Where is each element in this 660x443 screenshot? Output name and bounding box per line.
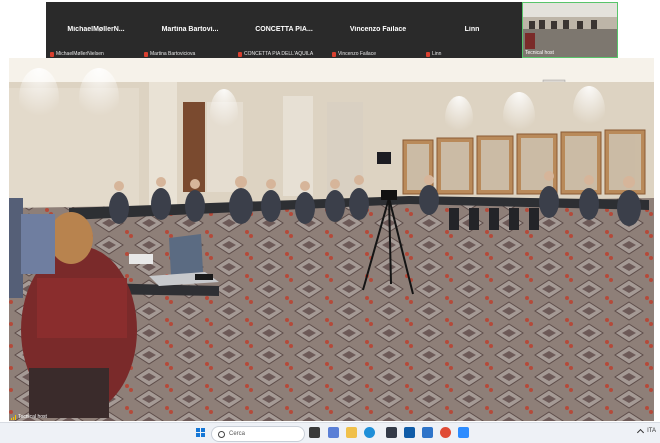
language-indicator[interactable]: ITA [647, 428, 656, 434]
participant-label-text: Martina Bartoviciova [150, 51, 196, 57]
widgets-icon[interactable] [328, 427, 339, 438]
windows-start-icon[interactable] [196, 428, 206, 438]
participant-tile[interactable]: CONCETTA PIA... CONCETTA PIA DELL'AQUILA [236, 2, 332, 58]
participant-name: Martina Bartovi... [161, 26, 219, 33]
participant-label-text: Linn [432, 51, 442, 57]
search-placeholder: Cerca [229, 431, 246, 437]
participant-label: Linn [426, 51, 441, 57]
meeting-window: MichaelMøllerN... MichaelMøllerNielsen M… [0, 0, 660, 422]
participant-label: Martina Bartoviciova [144, 51, 195, 57]
participant-label-text: Vincenzo Failace [338, 51, 376, 57]
participant-label-text: Tecnical host [525, 50, 554, 56]
signal-icon [11, 414, 16, 420]
mic-off-icon [426, 51, 430, 57]
chevron-up-icon[interactable] [637, 428, 645, 437]
outlook-icon[interactable] [404, 427, 415, 438]
main-video-stage[interactable]: Tecnical host [9, 58, 654, 421]
participant-label: Tecnical host [525, 50, 554, 56]
participant-name: MichaelMøllerN... [67, 26, 125, 33]
edge-browser-icon[interactable] [364, 427, 375, 438]
search-icon [218, 430, 225, 438]
task-view-icon[interactable] [309, 427, 320, 438]
participant-tile[interactable]: Linn Linn [424, 2, 520, 58]
meeting-room-video [9, 58, 654, 421]
main-video-label-text: Tecnical host [18, 414, 47, 420]
video-thumbnail [523, 3, 617, 57]
mic-off-icon [50, 51, 54, 57]
system-tray: ITA [637, 427, 656, 437]
participant-tile[interactable]: Martina Bartovi... Martina Bartoviciova [142, 2, 238, 58]
mic-off-icon [238, 51, 242, 57]
windows-taskbar: Cerca ITA [0, 422, 660, 443]
mic-off-icon [144, 51, 148, 57]
chrome-browser-icon[interactable] [440, 427, 451, 438]
app-icon[interactable] [386, 427, 397, 438]
participant-name: CONCETTA PIA... [255, 26, 313, 33]
participant-label-text: CONCETTA PIA DELL'AQUILA [244, 51, 314, 57]
participant-filmstrip: MichaelMøllerN... MichaelMøllerNielsen M… [46, 2, 618, 58]
word-icon[interactable] [422, 427, 433, 438]
participant-label: CONCETTA PIA DELL'AQUILA [238, 51, 313, 57]
participant-label: Vincenzo Failace [332, 51, 376, 57]
participant-name: Linn [464, 26, 480, 33]
main-video-label: Tecnical host [11, 414, 47, 420]
participant-label: MichaelMøllerNielsen [50, 51, 104, 57]
mic-off-icon [332, 51, 336, 57]
participant-label-text: MichaelMøllerNielsen [56, 51, 104, 57]
file-explorer-icon[interactable] [346, 427, 357, 438]
participant-video-tile[interactable]: Tecnical host [522, 2, 618, 58]
participant-name: Vincenzo Failace [349, 26, 407, 33]
participant-tile[interactable]: Vincenzo Failace Vincenzo Failace [330, 2, 426, 58]
participant-tile[interactable]: MichaelMøllerN... MichaelMøllerNielsen [48, 2, 144, 58]
taskbar-search-box[interactable]: Cerca [211, 426, 305, 442]
zoom-icon[interactable] [458, 427, 469, 438]
